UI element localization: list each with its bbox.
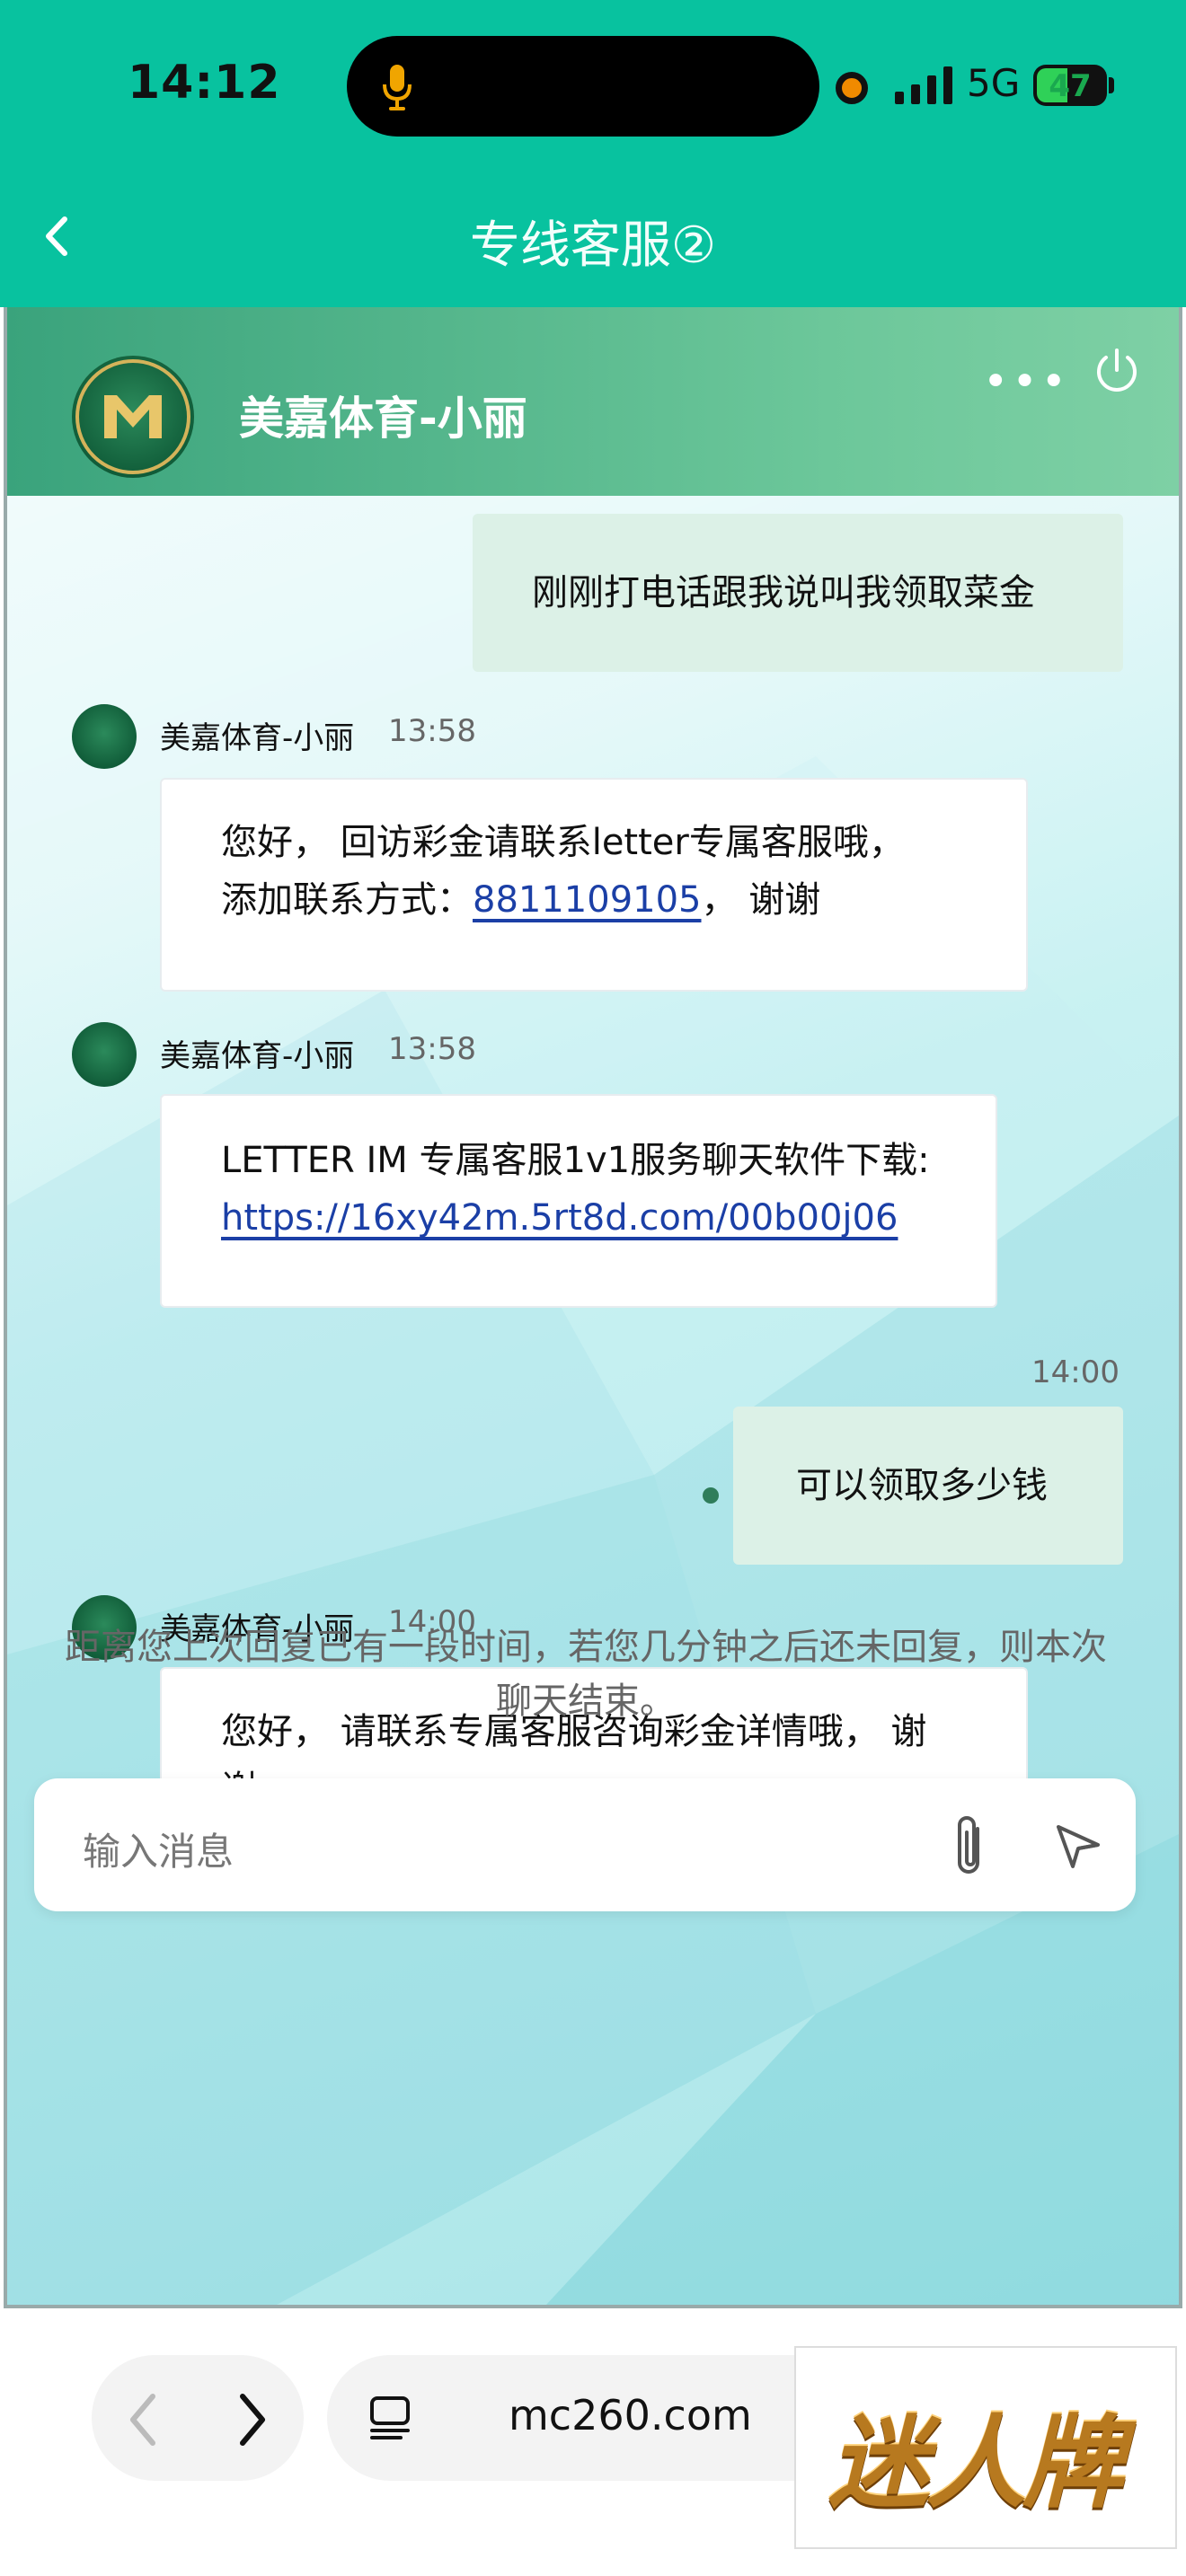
- status-time: 14:12: [128, 56, 281, 110]
- send-icon[interactable]: [1053, 1822, 1103, 1872]
- message-input[interactable]: 输入消息: [83, 1822, 234, 1876]
- read-status-dot: [703, 1487, 719, 1504]
- page-title: 专线客服②: [469, 216, 717, 275]
- battery-tip: [1109, 77, 1114, 93]
- agent-name: 美嘉体育-小丽: [239, 393, 527, 445]
- contact-link[interactable]: 8811109105: [473, 879, 702, 921]
- agent-avatar: [72, 1022, 137, 1087]
- incoming-message: LETTER IM 专属客服1v1服务聊天软件下载: https://16xy4…: [160, 1094, 997, 1308]
- message-time: 13:58: [388, 713, 476, 749]
- battery-percent: 47: [1049, 68, 1092, 104]
- url-text[interactable]: mc260.com: [509, 2391, 752, 2439]
- page-menu-icon[interactable]: [365, 2393, 415, 2443]
- download-link[interactable]: https://16xy42m.5rt8d.com/00b00j06: [221, 1197, 898, 1239]
- message-text: 添加联系方式：: [221, 879, 473, 921]
- message-time: 14:00: [1031, 1354, 1120, 1390]
- inactivity-notice: 距离您上次回复已有一段时间，若您几分钟之后还未回复，则本次聊天结束。: [65, 1627, 1107, 1722]
- chat-window: 美嘉体育-小丽 ••• 刚刚打电话跟我说叫我领取菜金 美嘉体育-小丽 13:58…: [4, 307, 1182, 2308]
- attachment-icon[interactable]: [947, 1811, 992, 1883]
- power-icon[interactable]: [1091, 345, 1143, 397]
- message-text: ， 谢谢: [701, 879, 821, 921]
- message-text: 刚刚打电话跟我说叫我领取菜金: [532, 572, 1035, 613]
- message-text: 您好， 回访彩金请联系letter专属客服哦，: [221, 822, 905, 863]
- message-text: LETTER IM 专属客服1v1服务聊天软件下载:: [221, 1140, 930, 1181]
- signal-icon: [895, 66, 952, 104]
- network-type: 5G: [967, 61, 1021, 105]
- sender-name: 美嘉体育-小丽: [160, 1038, 355, 1074]
- microphone-icon: [383, 65, 412, 110]
- incoming-message: 您好， 回访彩金请联系letter专属客服哦， 添加联系方式：881110910…: [160, 778, 1028, 992]
- sender-name: 美嘉体育-小丽: [160, 720, 355, 756]
- outgoing-message[interactable]: 可以领取多少钱: [733, 1407, 1123, 1565]
- browser-back-icon[interactable]: [124, 2389, 164, 2450]
- agent-avatar: [72, 704, 137, 769]
- dynamic-island: [347, 36, 819, 137]
- more-options-icon[interactable]: •••: [983, 357, 1070, 407]
- browser-forward-icon[interactable]: [232, 2389, 271, 2450]
- outgoing-message[interactable]: 刚刚打电话跟我说叫我领取菜金: [473, 514, 1123, 672]
- ad-logo-text: 迷人牌: [828, 2405, 1123, 2522]
- recording-indicator-icon: [836, 72, 868, 104]
- message-text: 可以领取多少钱: [796, 1465, 1048, 1506]
- agent-logo-icon: [72, 356, 194, 478]
- message-time: 13:58: [388, 1031, 476, 1067]
